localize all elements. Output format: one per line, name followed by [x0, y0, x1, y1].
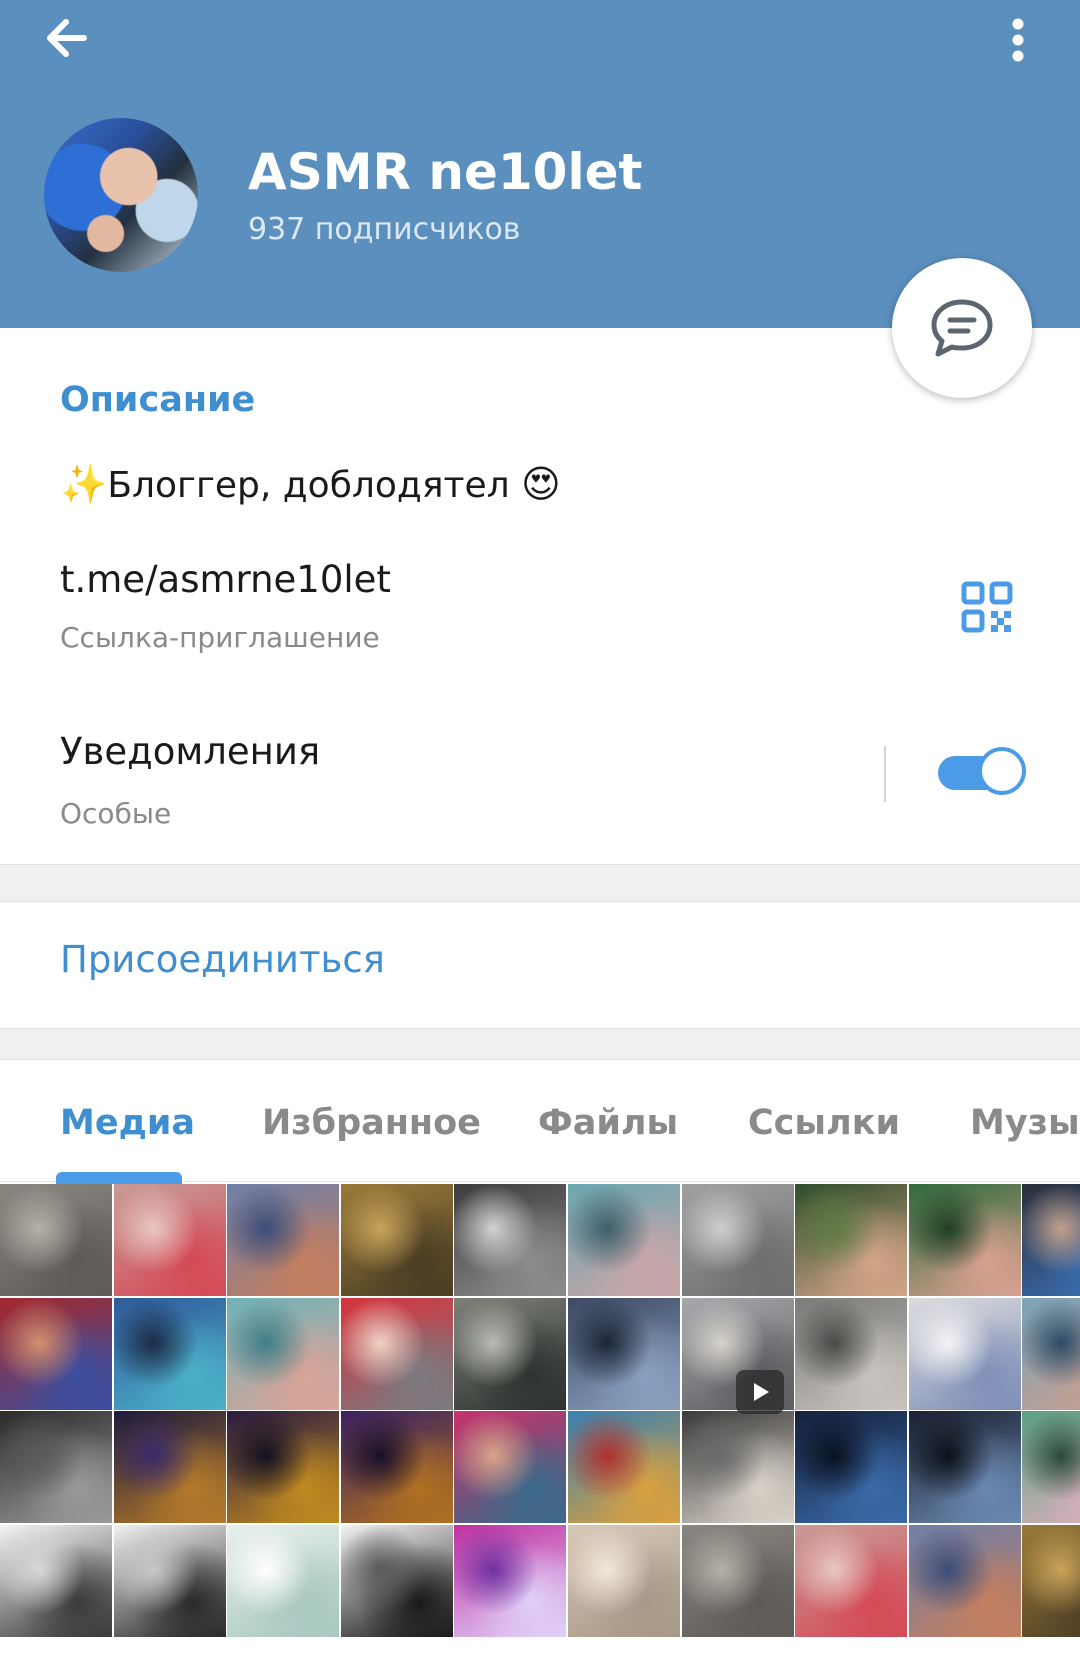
media-thumbnail[interactable]: [454, 1298, 566, 1410]
media-thumbnail[interactable]: [114, 1525, 226, 1637]
subscriber-count: 937 подписчиков: [248, 212, 521, 247]
toggle-knob: [978, 747, 1026, 795]
media-thumbnail[interactable]: [227, 1298, 339, 1410]
tab-favorites[interactable]: Избранное: [262, 1096, 481, 1150]
play-icon: [754, 1383, 769, 1401]
media-thumbnail[interactable]: [114, 1298, 226, 1410]
media-thumbnail[interactable]: [682, 1411, 794, 1523]
channel-avatar[interactable]: [44, 118, 198, 272]
media-thumbnail[interactable]: [0, 1184, 112, 1296]
media-thumbnail[interactable]: [0, 1525, 112, 1637]
tab-files[interactable]: Файлы: [538, 1096, 678, 1150]
media-thumbnail[interactable]: [454, 1525, 566, 1637]
media-grid: [0, 1184, 1080, 1664]
section-separator: [0, 1028, 1080, 1060]
media-thumbnail[interactable]: [341, 1298, 453, 1410]
back-button[interactable]: [40, 8, 100, 68]
video-badge: [736, 1370, 784, 1414]
active-tab-indicator: [56, 1172, 182, 1184]
media-thumbnail[interactable]: [795, 1525, 907, 1637]
media-thumbnail[interactable]: [454, 1184, 566, 1296]
notifications-caption: Особые: [60, 797, 172, 830]
section-separator: [0, 864, 1080, 902]
qr-code-icon: [961, 581, 1013, 633]
media-thumbnail[interactable]: [454, 1411, 566, 1523]
qr-code-button[interactable]: [960, 580, 1014, 634]
media-thumbnail[interactable]: [114, 1184, 226, 1296]
media-thumbnail[interactable]: [341, 1411, 453, 1523]
media-thumbnail[interactable]: [1022, 1184, 1080, 1296]
media-thumbnail[interactable]: [1022, 1525, 1080, 1637]
arrow-left-icon: [47, 19, 87, 57]
media-thumbnail[interactable]: [568, 1411, 680, 1523]
invite-link[interactable]: t.me/asmrne10let: [60, 554, 391, 606]
media-thumbnail[interactable]: [227, 1411, 339, 1523]
media-thumbnail[interactable]: [795, 1411, 907, 1523]
sparkles-emoji: ✨: [60, 462, 108, 506]
media-thumbnail[interactable]: [341, 1184, 453, 1296]
more-options-button[interactable]: [990, 8, 1046, 68]
more-vertical-icon: [1012, 18, 1024, 62]
media-thumbnail[interactable]: [1022, 1298, 1080, 1410]
media-thumbnail[interactable]: [341, 1525, 453, 1637]
media-thumbnail[interactable]: [909, 1411, 1021, 1523]
media-thumbnail[interactable]: [909, 1298, 1021, 1410]
media-thumbnail[interactable]: [227, 1184, 339, 1296]
tab-links[interactable]: Ссылки: [748, 1096, 900, 1150]
tab-music[interactable]: Музык: [970, 1096, 1080, 1150]
invite-link-caption: Ссылка-приглашение: [60, 621, 380, 654]
media-thumbnail[interactable]: [568, 1525, 680, 1637]
media-thumbnail[interactable]: [568, 1298, 680, 1410]
media-thumbnail[interactable]: [682, 1525, 794, 1637]
media-thumbnail[interactable]: [227, 1525, 339, 1637]
media-thumbnail[interactable]: [795, 1298, 907, 1410]
media-thumbnail[interactable]: [0, 1411, 112, 1523]
media-thumbnail[interactable]: [0, 1298, 112, 1410]
open-chat-button[interactable]: [892, 258, 1032, 398]
chat-bubble-icon: [931, 299, 993, 357]
media-thumbnail[interactable]: [114, 1411, 226, 1523]
media-thumbnail[interactable]: [909, 1184, 1021, 1296]
channel-description: ✨Блоггер, доблодятел 😍: [60, 456, 561, 512]
description-text: Блоггер, доблодятел: [107, 465, 510, 506]
media-thumbnail[interactable]: [795, 1184, 907, 1296]
tab-media[interactable]: Медиа: [60, 1096, 195, 1150]
media-thumbnail[interactable]: [1022, 1411, 1080, 1523]
media-thumbnail[interactable]: [682, 1184, 794, 1296]
join-button[interactable]: Присоединиться: [60, 932, 385, 988]
notifications-title[interactable]: Уведомления: [60, 726, 320, 778]
media-thumbnail[interactable]: [909, 1525, 1021, 1637]
heart-eyes-emoji: 😍: [521, 462, 561, 506]
notifications-toggle[interactable]: [938, 747, 1026, 795]
media-thumbnail[interactable]: [568, 1184, 680, 1296]
channel-title: ASMR ne10let: [248, 143, 643, 201]
notifications-divider: [884, 746, 886, 802]
description-section-title: Описание: [60, 380, 256, 420]
